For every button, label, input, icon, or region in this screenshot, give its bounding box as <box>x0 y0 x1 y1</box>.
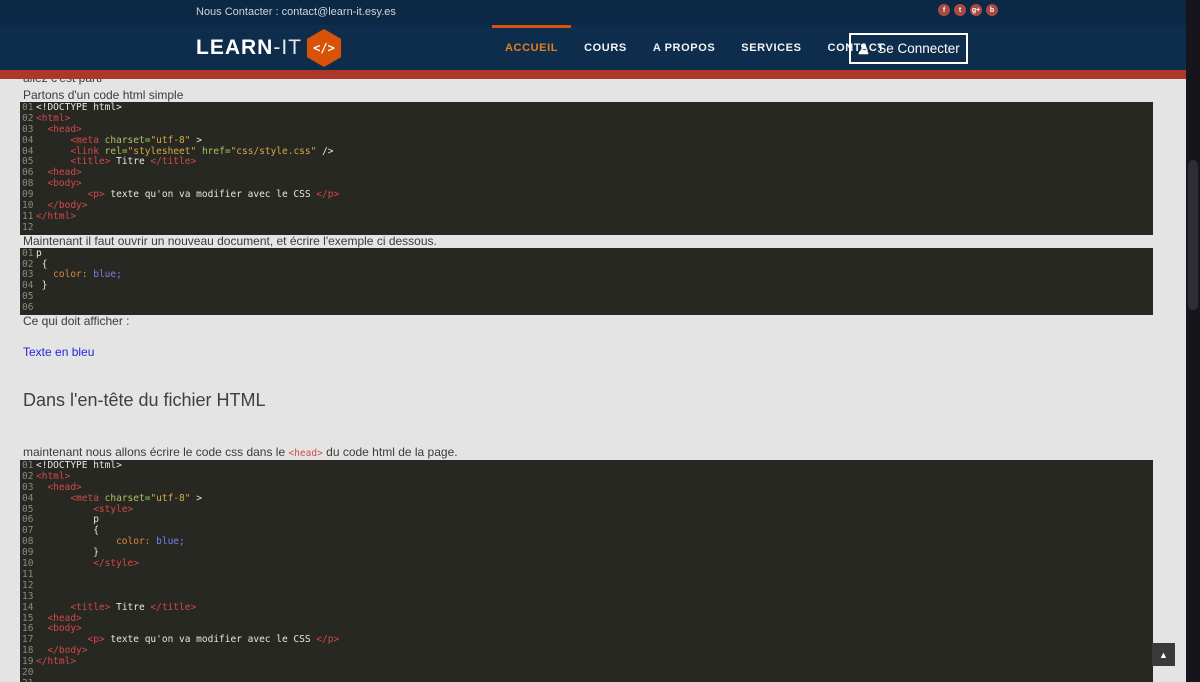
code-line: 05 <style> <box>22 503 134 515</box>
code-block-html-simple: 01 <!DOCTYPE html> 02 <html> 03 <head> 04 <me… <box>20 102 1153 235</box>
nav-item-a-propos[interactable]: A PROPOS <box>640 25 728 70</box>
paragraph-with-inline-code: maintenant nous allons écrire le code cs… <box>23 446 1186 460</box>
code-line: 15 <head> <box>22 612 82 624</box>
code-line: 20 <box>22 666 34 678</box>
code-line: 06 p <box>22 514 99 526</box>
header: LEARN-IT </> ACCUEIL COURS A PROPOS SERV… <box>0 25 1186 70</box>
behance-icon[interactable]: b <box>986 4 998 16</box>
code-line: 08 color: blue; <box>22 536 185 548</box>
code-line: 06 <head> <box>22 167 82 179</box>
nav-item-services[interactable]: SERVICES <box>728 25 814 70</box>
code-line: 11 </html> <box>22 210 77 222</box>
paragraph-new-document: Maintenant il faut ouvrir un nouveau doc… <box>23 233 437 248</box>
code-line: 10 </style> <box>22 558 139 570</box>
code-line: 06 <box>22 302 34 314</box>
demo-blue-text: Texte en bleu <box>23 345 95 360</box>
code-line: 01 <!DOCTYPE html> <box>22 102 122 113</box>
code-line: 12 <box>22 221 34 233</box>
main-nav: ACCUEIL COURS A PROPOS SERVICES CONTACT <box>492 25 898 70</box>
login-label: Se Connecter <box>877 41 960 56</box>
code-line: 14 <title> Titre </title> <box>22 601 197 613</box>
scrollbar-thumb[interactable] <box>1188 160 1198 310</box>
code-line: 04 } <box>22 280 48 292</box>
code-line: 02 <html> <box>22 112 71 124</box>
code-line: 07 { <box>22 525 99 537</box>
contact-email[interactable]: contact@learn-it.esy.es <box>282 6 396 18</box>
code-line: 02 { <box>22 258 48 270</box>
code-block-html-with-style: 01 <!DOCTYPE html> 02 <html> 03 <head> 04 <me… <box>20 460 1153 682</box>
logo-suffix: -IT <box>273 36 302 59</box>
logo-code-icon: </> <box>306 29 342 67</box>
red-divider-bar <box>0 70 1186 79</box>
code-line: 02 <html> <box>22 470 71 482</box>
social-icons: f t g+ b <box>938 4 998 16</box>
logo-text: LEARN-IT <box>196 36 302 60</box>
main-content: allez c'est parti Partons d'un code html… <box>0 70 1186 682</box>
code-line: 03 color: blue; <box>22 269 122 281</box>
paragraph-code-intro: Partons d'un code html simple <box>23 88 184 102</box>
nav-item-accueil[interactable]: ACCUEIL <box>492 25 572 70</box>
code-line: 17 <p> texte qu'on va modifier avec le C… <box>22 634 340 646</box>
code-line: 18 </body> <box>22 645 88 657</box>
code-line: 04 <meta charset="utf-8" > <box>22 492 202 504</box>
paragraph-part-after: du code html de la page. <box>322 445 458 460</box>
section-heading: Dans l'en-tête du fichier HTML <box>23 390 266 411</box>
twitter-icon[interactable]: t <box>954 4 966 16</box>
code-line: 05 <title> Titre </title> <box>22 156 197 168</box>
code-line: 12 <box>22 579 34 591</box>
contact-label: Nous Contacter : <box>196 6 279 18</box>
code-line: 11 <box>22 568 34 580</box>
google-plus-icon[interactable]: g+ <box>970 4 982 16</box>
login-button[interactable]: Se Connecter <box>849 33 968 64</box>
paragraph-part-before: maintenant nous allons écrire le code cs… <box>23 445 289 460</box>
nav-item-cours[interactable]: COURS <box>571 25 640 70</box>
back-to-top-button[interactable]: ▲ <box>1152 643 1175 666</box>
facebook-icon[interactable]: f <box>938 4 950 16</box>
code-line: 09 <p> texte qu'on va modifier avec le C… <box>22 189 340 201</box>
code-line: 10 </body> <box>22 200 88 212</box>
person-icon <box>857 42 870 55</box>
code-line: 05 <box>22 291 34 303</box>
code-line: 01 p <box>22 247 42 259</box>
code-line: 01 <!DOCTYPE html> <box>22 460 122 472</box>
logo[interactable]: LEARN-IT </> <box>196 29 343 67</box>
logo-main: LEARN <box>196 36 274 59</box>
code-block-css: 01 p 02 {03 color: blue; 04 } 05 06 <box>20 247 1153 316</box>
topbar: Nous Contacter : contact@learn-it.esy.es… <box>0 0 1186 25</box>
code-line: 09 } <box>22 547 99 559</box>
code-line: 19 </html> <box>22 656 77 668</box>
inline-code-head-tag: <head> <box>288 448 323 460</box>
contact-info: Nous Contacter : contact@learn-it.esy.es <box>196 6 396 18</box>
paragraph-result-intro: Ce qui doit afficher : <box>23 314 130 329</box>
scrollbar[interactable] <box>1186 0 1200 682</box>
